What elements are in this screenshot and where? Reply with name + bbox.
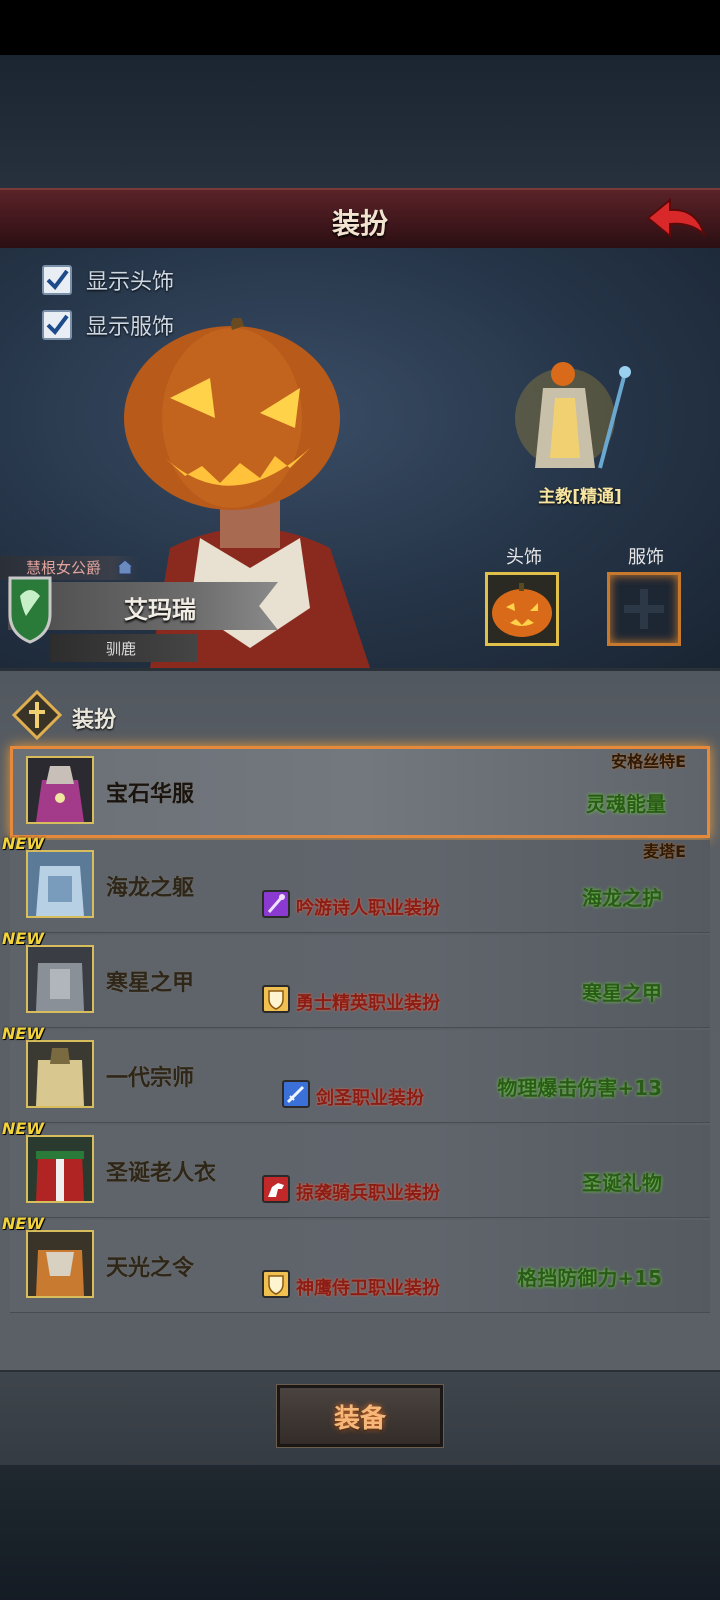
checkbox-checked-icon[interactable] (42, 265, 72, 295)
background-lower (0, 1465, 720, 1600)
outfit-name: 圣诞老人衣 (106, 1161, 217, 1186)
equip-button-label: 装备 (333, 1403, 386, 1434)
outfit-row[interactable]: NEW 海龙之躯 麦塔E 海龙之护 吟游诗人职业装扮 (2, 834, 710, 933)
back-arrow-icon[interactable] (644, 196, 708, 242)
outfit-source: 安格丝特E (611, 752, 686, 771)
body-slot[interactable] (607, 572, 681, 646)
outfit-effect: 海龙之护 (582, 886, 662, 910)
class-label: 主教[精通] (538, 487, 622, 507)
new-badge: NEW (2, 929, 44, 948)
outfit-row[interactable]: NEW 圣诞老人衣 圣诞礼物 掠袭骑兵职业装扮 (2, 1119, 710, 1218)
section-title: 装扮 (72, 708, 117, 733)
equip-button[interactable]: 装备 (276, 1384, 444, 1448)
outfit-row[interactable]: 宝石华服 安格丝特E 灵魂能量 (10, 746, 710, 838)
outfit-effect: 寒星之甲 (582, 981, 662, 1005)
outfit-row[interactable]: NEW 寒星之甲 寒星之甲 勇士精英职业装扮 (2, 929, 710, 1028)
outfit-thumbnail (26, 945, 94, 1013)
outfit-effect: 格挡防御力+15 (517, 1266, 662, 1290)
title-bar: 装扮 (0, 188, 720, 250)
character-name: 艾玛瑞 (124, 596, 196, 624)
outfit-thumbnail (26, 1230, 94, 1298)
new-badge: NEW (2, 1214, 44, 1233)
outfit-row[interactable]: NEW 天光之令 格挡防御力+15 神鹰侍卫职业装扮 (2, 1214, 710, 1313)
guild-shield-icon (8, 576, 52, 644)
outfit-source: 麦塔E (643, 842, 686, 861)
staff-icon (262, 890, 290, 918)
checkbox-checked-icon[interactable] (42, 310, 72, 340)
class-outfit-tag: 掠袭骑兵职业装扮 (296, 1183, 440, 1204)
character-subtitle: 驯鹿 (106, 640, 137, 658)
home-icon (116, 559, 134, 575)
show-outfit-toggle[interactable]: 显示服饰 (42, 309, 174, 341)
shield-icon (262, 1270, 290, 1298)
plate-armor-icon (28, 947, 92, 1011)
shield-icon (262, 985, 290, 1013)
show-headwear-label: 显示头饰 (86, 270, 175, 295)
new-badge: NEW (2, 1024, 44, 1043)
outfit-effect: 物理爆击伤害+13 (497, 1076, 662, 1100)
outfit-name: 海龙之躯 (106, 876, 195, 901)
skylight-armor-icon (28, 1232, 92, 1296)
new-badge: NEW (2, 834, 44, 853)
head-slot-label: 头饰 (506, 547, 542, 568)
class-figure (515, 362, 631, 469)
pumpkin-icon (492, 583, 552, 637)
outfit-effect: 灵魂能量 (586, 792, 666, 816)
grandmaster-armor-icon (28, 1042, 92, 1106)
sword-icon (282, 1080, 310, 1108)
status-bar (0, 0, 720, 55)
outfit-row[interactable]: NEW 一代宗师 物理爆击伤害+13 剑圣职业装扮 (2, 1024, 710, 1123)
class-outfit-tag: 剑圣职业装扮 (316, 1088, 424, 1109)
class-outfit-tag: 神鹰侍卫职业装扮 (296, 1278, 440, 1299)
show-headwear-toggle[interactable]: 显示头饰 (42, 264, 174, 296)
outfit-name: 寒星之甲 (106, 971, 195, 996)
outfit-name: 一代宗师 (106, 1066, 195, 1091)
class-outfit-tag: 吟游诗人职业装扮 (296, 898, 440, 919)
gem-robe-icon (28, 758, 92, 822)
class-outfit-tag: 勇士精英职业装扮 (296, 993, 440, 1014)
horse-icon (262, 1175, 290, 1203)
outfit-thumbnail (26, 1040, 94, 1108)
background-upper (0, 55, 720, 190)
dagger-emblem-icon (12, 690, 62, 740)
cross-placeholder-icon (624, 589, 664, 629)
outfit-name: 天光之令 (106, 1256, 195, 1281)
outfit-thumbnail (26, 1135, 94, 1203)
santa-suit-icon (28, 1137, 92, 1201)
outfit-name: 宝石华服 (106, 782, 195, 807)
new-badge: NEW (2, 1119, 44, 1138)
show-outfit-label: 显示服饰 (86, 315, 175, 340)
sea-dragon-armor-icon (28, 852, 92, 916)
head-slot[interactable] (485, 572, 559, 646)
outfit-thumbnail (26, 756, 94, 824)
outfit-effect: 圣诞礼物 (582, 1171, 662, 1195)
outfit-thumbnail (26, 850, 94, 918)
body-slot-label: 服饰 (628, 547, 664, 568)
page-title: 装扮 (331, 207, 388, 240)
